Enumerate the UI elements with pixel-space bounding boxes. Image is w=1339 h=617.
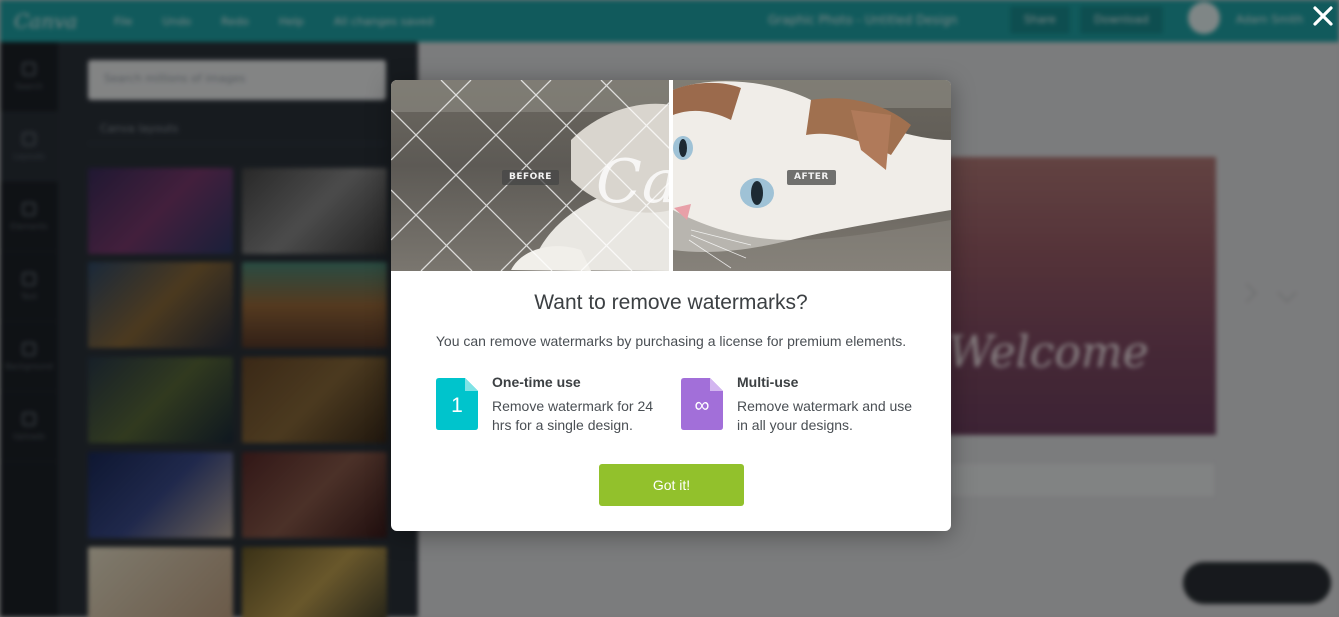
before-label: BEFORE xyxy=(502,170,559,185)
watermark-dialog: Ca BEFORE AFTER Want to remove watermark… xyxy=(391,80,951,531)
option-multi-use: ∞ Multi-use Remove watermark and use in … xyxy=(681,374,921,434)
watermark-logo-text: Ca xyxy=(596,147,678,217)
option-title: Multi-use xyxy=(737,374,799,390)
close-icon[interactable] xyxy=(1311,4,1335,28)
option-title: One-time use xyxy=(492,374,581,390)
file-number-one-icon: 1 xyxy=(436,378,478,430)
option-description: Remove watermark for 24 hrs for a single… xyxy=(492,398,654,433)
dialog-title: Want to remove watermarks? xyxy=(534,291,808,314)
before-after-image: Ca BEFORE AFTER xyxy=(391,80,951,271)
one-time-glyph: 1 xyxy=(451,394,463,417)
file-infinity-icon: ∞ xyxy=(681,378,723,430)
got-it-button[interactable]: Got it! xyxy=(599,464,744,506)
option-description: Remove watermark and use in all your des… xyxy=(737,398,913,433)
cat-photo: Ca xyxy=(391,80,951,271)
multi-use-glyph: ∞ xyxy=(694,394,710,417)
dialog-subtitle: You can remove watermarks by purchasing … xyxy=(435,333,907,349)
option-one-time-use: 1 One-time use Remove watermark for 24 h… xyxy=(436,374,676,434)
after-label: AFTER xyxy=(787,170,836,185)
